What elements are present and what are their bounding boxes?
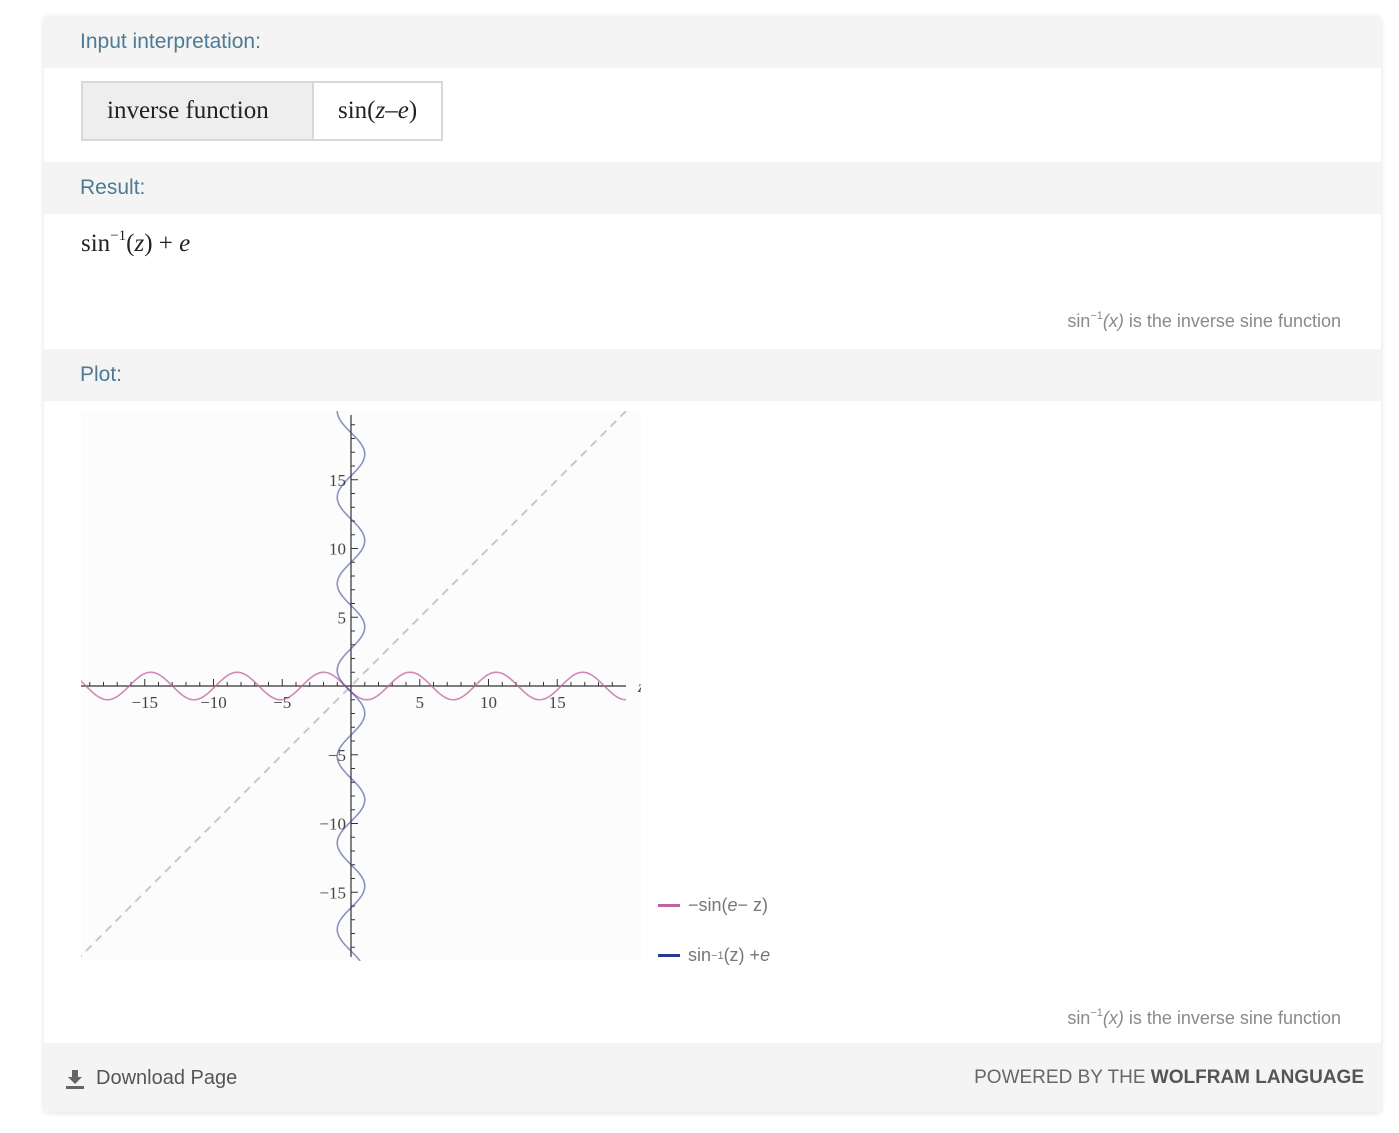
arg-close: ) (408, 97, 418, 124)
result-sin: sin (81, 230, 111, 257)
legend-blue-b: (z) + (723, 945, 761, 965)
plot-footnote-sup: −1 (1090, 1007, 1103, 1019)
interp-cell-argument: sin(z – e) (314, 83, 442, 139)
download-icon (66, 1069, 84, 1089)
pod-body-plot: −15−10−55101515105−5−10−15z −sin(e − z) … (44, 401, 1381, 1043)
plot-footnote: sin−1(x) is the inverse sine function (1067, 1007, 1341, 1029)
legend-pink-e: e (727, 895, 738, 915)
pod-title-input: Input interpretation: (44, 16, 1381, 68)
legend-item-pink: −sin(e − z) (658, 895, 768, 916)
plot-footnote-text: is the inverse sine function (1123, 1008, 1341, 1028)
result-z: z (134, 230, 145, 257)
footnote-sin: sin (1067, 311, 1091, 331)
x-tick-label: 10 (480, 693, 497, 712)
legend-item-blue: sin −1 (z) + e (658, 945, 770, 966)
pod-title-plot: Plot: (44, 349, 1381, 401)
powered-by[interactable]: POWERED BY THE WOLFRAM LANGUAGE (974, 1067, 1364, 1089)
plot-footnote-x: (x) (1102, 1008, 1124, 1028)
pod-body-input: inverse function sin(z – e) (44, 68, 1381, 162)
y-tick-label: 15 (329, 471, 346, 490)
x-tick-label: 5 (416, 693, 425, 712)
input-interpretation-table: inverse function sin(z – e) (81, 81, 444, 141)
y-tick-label: 5 (338, 608, 347, 627)
legend-blue-sup: −1 (711, 949, 724, 962)
arg-e: e (397, 97, 409, 124)
legend-swatch-pink (658, 904, 680, 907)
interp-cell-function: inverse function (83, 83, 314, 139)
download-label: Download Page (96, 1067, 238, 1089)
y-tick-label: 10 (329, 540, 346, 559)
footer-bar: Download Page POWERED BY THE WOLFRAM LAN… (44, 1043, 1381, 1112)
arg-op: – (385, 97, 398, 124)
legend-pink-a: −sin( (688, 895, 728, 915)
legend-blue-e: e (760, 945, 771, 965)
result-footnote: sin−1(x) is the inverse sine function (1067, 310, 1341, 332)
powered-prefix: POWERED BY THE (974, 1067, 1151, 1088)
x-axis-label: z (637, 679, 641, 696)
x-tick-label: −15 (131, 693, 158, 712)
pod-body-result: sin−1(z) + e sin−1(x) is the inverse sin… (44, 214, 1381, 350)
footnote-text: is the inverse sine function (1123, 311, 1341, 331)
plot-svg: −15−10−55101515105−5−10−15z (75, 410, 645, 962)
legend-blue-a: sin (688, 945, 712, 965)
result-sup: −1 (110, 228, 127, 244)
x-tick-label: −5 (273, 693, 291, 712)
y-tick-label: −15 (319, 883, 346, 902)
arg-z: z (375, 97, 386, 124)
result-card: Input interpretation: inverse function s… (44, 16, 1381, 1112)
footnote-x: (x) (1102, 311, 1124, 331)
result-rest: ) + (144, 230, 180, 257)
plot-image: −15−10−55101515105−5−10−15z (75, 410, 645, 966)
plot-footnote-sin: sin (1067, 1008, 1091, 1028)
result-e: e (179, 230, 191, 257)
download-page-button[interactable]: Download Page (64, 1067, 237, 1090)
powered-brand: WOLFRAM LANGUAGE (1150, 1067, 1364, 1088)
legend-pink-b: − z) (737, 895, 769, 915)
arg-fn: sin( (338, 97, 376, 124)
legend-swatch-blue (658, 954, 680, 957)
pod-title-result: Result: (44, 162, 1381, 214)
footnote-sup: −1 (1090, 310, 1103, 322)
result-expression: sin−1(z) + e (81, 228, 190, 258)
